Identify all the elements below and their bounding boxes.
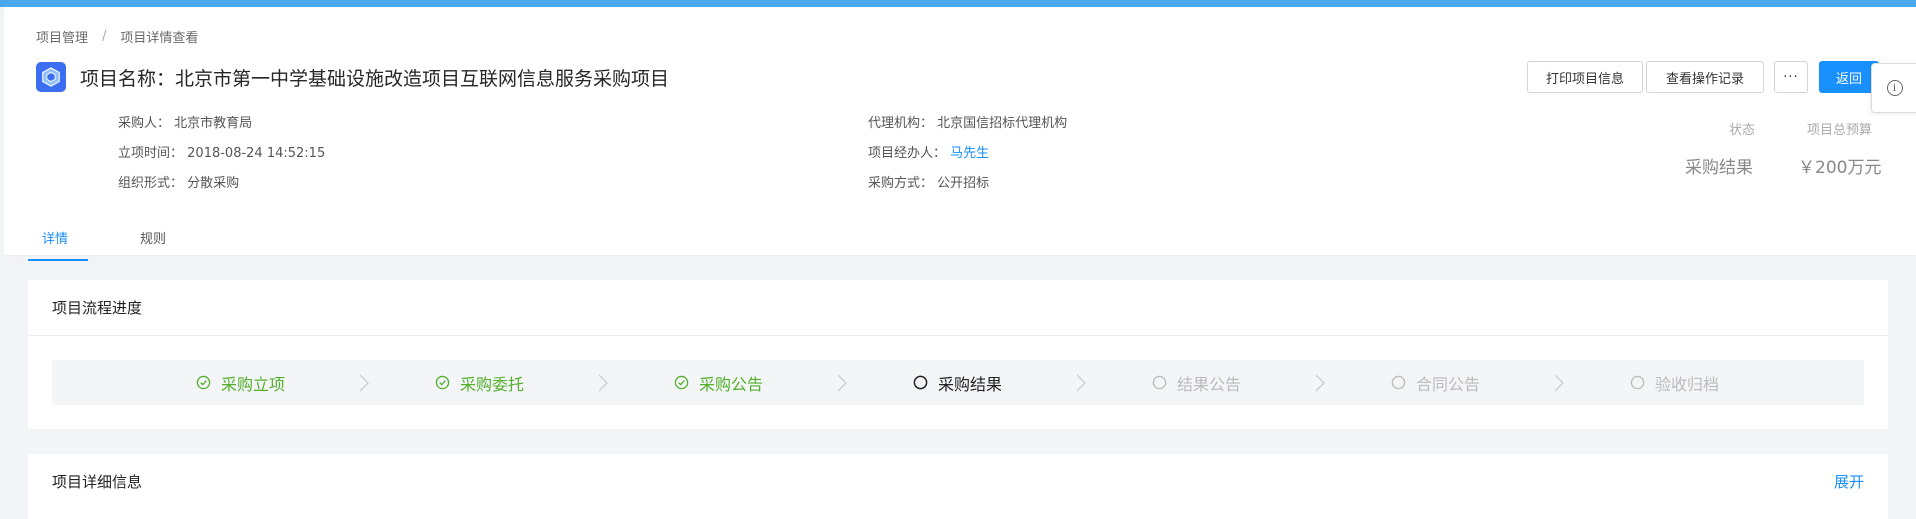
check-circle-icon: [674, 375, 689, 390]
budget-label: 项目总预算: [1807, 123, 1873, 138]
project-header: 项目管理 / 项目详情查看 项目名称：北京市第一中学基础设施改造项目互联网信息服…: [4, 7, 1916, 261]
top-accent-bar: [0, 0, 1916, 7]
breadcrumb: 项目管理 / 项目详情查看: [36, 27, 198, 46]
status-label: 状态: [1729, 123, 1756, 138]
page-title: 项目名称：北京市第一中学基础设施改造项目互联网信息服务采购项目: [80, 64, 669, 91]
detail-card-title: 项目详细信息: [52, 473, 143, 491]
chevron-right-icon: [598, 374, 608, 392]
field-handler-label: 项目经办人：: [868, 146, 947, 161]
circle-icon: [1630, 375, 1645, 390]
field-handler-link[interactable]: 马先生: [950, 146, 989, 161]
field-agency-label: 代理机构：: [868, 116, 934, 131]
breadcrumb-item-project-detail: 项目详情查看: [120, 31, 199, 46]
info-side-button[interactable]: i: [1871, 63, 1916, 113]
field-created-value: 2018-08-24 14:52:15: [187, 146, 326, 161]
step-contract-notice: 合同公告: [1391, 360, 1480, 405]
circle-icon: [913, 375, 928, 390]
field-agency-value: 北京国信招标代理机构: [937, 116, 1068, 131]
project-name: 北京市第一中学基础设施改造项目互联网信息服务采购项目: [175, 68, 670, 90]
expand-link[interactable]: 展开: [1834, 471, 1864, 492]
breadcrumb-separator: /: [102, 29, 107, 44]
field-method-label: 采购方式：: [868, 176, 934, 191]
step-label: 验收归档: [1655, 374, 1720, 394]
step-label: 采购公告: [699, 374, 764, 394]
print-project-button[interactable]: 打印项目信息: [1527, 61, 1643, 93]
circle-icon: [1152, 375, 1167, 390]
chevron-right-icon: [837, 374, 847, 392]
field-org-form-value: 分散采购: [187, 176, 240, 191]
breadcrumb-item-project-management[interactable]: 项目管理: [36, 27, 88, 46]
field-handler: 项目经办人： 马先生: [868, 142, 989, 161]
progress-card: 项目流程进度 采购立项 采购委托 采购公告 采购结果 结果公告 合同公告 验收归…: [28, 280, 1888, 429]
field-org-form: 组织形式： 分散采购: [118, 172, 239, 191]
title-prefix: 项目名称：: [80, 68, 176, 90]
chevron-right-icon: [1076, 374, 1086, 392]
step-result-notice: 结果公告: [1152, 360, 1241, 405]
back-button[interactable]: 返回: [1819, 61, 1879, 93]
field-purchaser-label: 采购人：: [118, 116, 171, 131]
step-procurement-notice: 采购公告: [674, 360, 763, 405]
info-icon: i: [1886, 80, 1903, 96]
chevron-right-icon: [1315, 374, 1325, 392]
step-label: 合同公告: [1416, 374, 1481, 394]
step-label: 采购委托: [460, 374, 525, 394]
progress-card-title: 项目流程进度: [52, 299, 143, 317]
check-circle-icon: [435, 375, 450, 390]
field-purchaser-value: 北京市教育局: [174, 116, 253, 131]
step-procurement-result: 采购结果: [913, 360, 1002, 405]
field-method: 采购方式： 公开招标: [868, 172, 989, 191]
progress-steps: 采购立项 采购委托 采购公告 采购结果 结果公告 合同公告 验收归档: [52, 360, 1864, 405]
step-label: 采购结果: [938, 374, 1003, 394]
field-org-form-label: 组织形式：: [118, 176, 184, 191]
chevron-right-icon: [1554, 374, 1564, 392]
more-actions-button[interactable]: ···: [1774, 61, 1808, 93]
step-procurement-entrust: 采购委托: [435, 360, 524, 405]
active-tab-indicator: [28, 259, 88, 261]
budget-value: ￥200万元: [1798, 158, 1882, 178]
step-procurement-initiation: 采购立项: [196, 360, 285, 405]
project-logo-icon: [36, 62, 66, 92]
chevron-right-icon: [359, 374, 369, 392]
step-label: 采购立项: [221, 374, 286, 394]
field-method-value: 公开招标: [937, 176, 990, 191]
tab-rules[interactable]: 规则: [140, 228, 166, 247]
detail-card: 项目详细信息 展开: [28, 454, 1888, 519]
field-created-label: 立项时间：: [118, 146, 184, 161]
view-log-button[interactable]: 查看操作记录: [1646, 61, 1764, 93]
status-value: 采购结果: [1685, 158, 1753, 178]
divider: [28, 335, 1888, 336]
field-purchaser: 采购人： 北京市教育局: [118, 112, 252, 131]
circle-icon: [1391, 375, 1406, 390]
step-acceptance-archive: 验收归档: [1630, 360, 1719, 405]
step-label: 结果公告: [1177, 374, 1242, 394]
field-agency: 代理机构： 北京国信招标代理机构: [868, 112, 1067, 131]
tab-details[interactable]: 详情: [42, 228, 68, 247]
check-circle-icon: [196, 375, 211, 390]
field-created: 立项时间： 2018-08-24 14:52:15: [118, 142, 325, 161]
